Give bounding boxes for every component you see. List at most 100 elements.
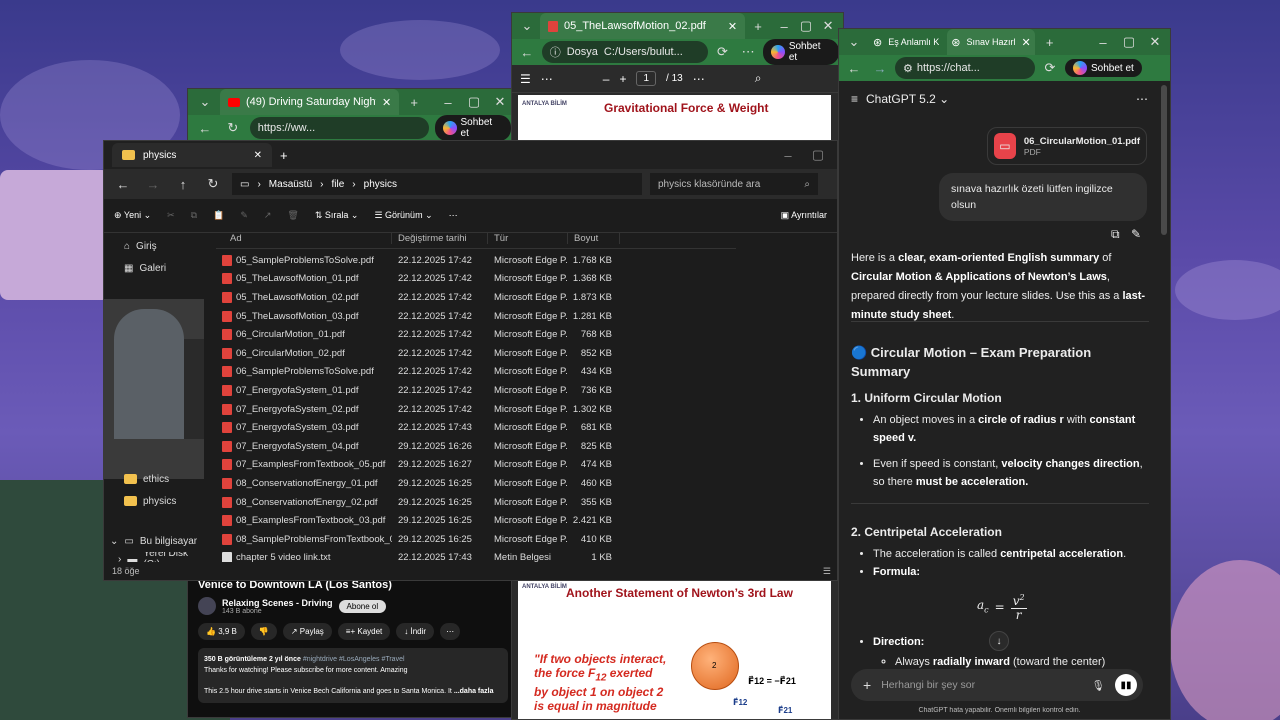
search-icon[interactable]: ⌕ bbox=[755, 71, 762, 86]
close-window-icon[interactable]: ✕ bbox=[819, 15, 837, 37]
page-number-input[interactable]: 1 bbox=[636, 71, 657, 86]
extensions-icon[interactable]: ⟳ bbox=[712, 41, 734, 63]
cut-icon[interactable]: ✂ bbox=[167, 210, 175, 221]
share-button[interactable]: ↗ Paylaş bbox=[282, 623, 332, 640]
channel-name[interactable]: Relaxing Scenes - Driving bbox=[222, 598, 333, 608]
file-row[interactable]: 05_TheLawsofMotion_01.pdf 22.12.2025 17:4… bbox=[216, 270, 736, 289]
file-row[interactable]: 08_ConservationofEnergy_02.pdf 29.12.2025… bbox=[216, 493, 736, 512]
channel-avatar[interactable] bbox=[198, 597, 216, 615]
more-icon[interactable]: ⋯ bbox=[541, 72, 553, 86]
address-bar[interactable]: https://ww... bbox=[249, 117, 429, 139]
more-options-icon[interactable]: ⋯ bbox=[1136, 92, 1148, 106]
file-row[interactable]: 08_SampleProblemsFromTextbook_04.pdf 29.1… bbox=[216, 530, 736, 549]
dislike-button[interactable]: 👎 bbox=[250, 623, 277, 640]
share-icon[interactable]: ↗ bbox=[264, 210, 272, 221]
refresh-icon[interactable]: ↻ bbox=[202, 173, 224, 195]
details-view-icon[interactable]: ☰ bbox=[823, 566, 831, 577]
copy-message-icon[interactable]: ⧉ bbox=[1111, 227, 1120, 242]
rename-icon[interactable]: ✎ bbox=[240, 210, 248, 221]
column-header-type[interactable]: Tür bbox=[488, 233, 568, 244]
minimize-icon[interactable]: – bbox=[437, 91, 459, 113]
sort-button[interactable]: ⇅ Sırala ⌄ bbox=[315, 210, 359, 221]
sidebar-toggle-icon[interactable]: ≡ bbox=[851, 92, 858, 106]
like-button[interactable]: 👍 3,9 B bbox=[198, 623, 245, 640]
refresh-icon[interactable]: ↻ bbox=[222, 117, 244, 139]
edit-message-icon[interactable]: ✎ bbox=[1131, 227, 1141, 241]
forward-icon[interactable]: → bbox=[142, 173, 164, 195]
minimize-icon[interactable]: – bbox=[775, 15, 793, 37]
tab-pdf[interactable]: 05_TheLawsofMotion_02.pdf ✕ bbox=[539, 13, 746, 39]
maximize-icon[interactable]: ▢ bbox=[1118, 31, 1140, 53]
minimize-icon[interactable]: – bbox=[777, 144, 799, 166]
back-icon[interactable]: ← bbox=[194, 117, 216, 139]
address-bar[interactable]: ⚙ https://chat... bbox=[895, 57, 1035, 79]
close-window-icon[interactable]: ✕ bbox=[1144, 31, 1166, 53]
close-tab-icon[interactable]: ✕ bbox=[728, 20, 737, 33]
new-tab-icon[interactable]: + bbox=[403, 91, 425, 113]
maximize-icon[interactable]: ▢ bbox=[807, 144, 829, 166]
attachment-card[interactable]: ▭ 06_CircularMotion_01.pdf PDF bbox=[987, 127, 1147, 165]
back-icon[interactable]: ← bbox=[843, 57, 865, 79]
new-tab-icon[interactable]: + bbox=[1039, 31, 1061, 53]
column-header-name[interactable]: Ad bbox=[216, 233, 392, 244]
nav-physics[interactable]: physics bbox=[104, 490, 204, 512]
up-icon[interactable]: ↑ bbox=[172, 173, 194, 195]
search-input[interactable]: physics klasöründe ara ⌕ bbox=[650, 173, 818, 195]
file-row[interactable]: 06_SampleProblemsToSolve.pdf 22.12.2025 1… bbox=[216, 363, 736, 382]
download-button[interactable]: ↓ İndir bbox=[396, 623, 435, 640]
menu-icon[interactable]: ⋯ bbox=[737, 41, 759, 63]
zoom-out-icon[interactable]: – bbox=[603, 72, 610, 86]
tab-sinav-hazirlik[interactable]: ⊛ Sınav Hazırl ✕ bbox=[947, 29, 1035, 55]
column-header-size[interactable]: Boyut bbox=[568, 233, 620, 244]
close-tab-icon[interactable]: ✕ bbox=[1022, 36, 1031, 49]
forward-icon[interactable]: → bbox=[869, 57, 891, 79]
close-window-icon[interactable]: ✕ bbox=[489, 91, 511, 113]
breadcrumb[interactable]: ▭ › Masaüstü › file › physics bbox=[232, 173, 642, 195]
zoom-in-icon[interactable]: + bbox=[619, 72, 626, 86]
address-bar[interactable]: ⓘ Dosya C:/Users/bulut... bbox=[541, 41, 708, 63]
tab-actions-icon[interactable]: ⌄ bbox=[518, 15, 536, 37]
model-selector[interactable]: ChatGPT 5.2 ⌄ bbox=[866, 92, 949, 106]
new-tab-icon[interactable]: + bbox=[280, 148, 288, 163]
breadcrumb-item[interactable]: physics bbox=[364, 179, 397, 190]
copilot-button[interactable]: Sohbet et bbox=[763, 39, 840, 65]
file-row[interactable]: 06_CircularMotion_01.pdf 22.12.2025 17:42… bbox=[216, 325, 736, 344]
more-actions-button[interactable]: ⋯ bbox=[440, 623, 461, 640]
subscribe-button[interactable]: Abone ol bbox=[338, 599, 387, 613]
tab-youtube[interactable]: (49) Driving Saturday Nightlife of L ✕ bbox=[220, 89, 400, 115]
paste-icon[interactable]: 📋 bbox=[213, 210, 224, 221]
view-button[interactable]: ☰ Görünüm ⌄ bbox=[374, 210, 432, 221]
more-icon[interactable]: ⋯ bbox=[449, 210, 458, 221]
nav-ethics[interactable]: ethics bbox=[104, 468, 204, 490]
tab-es-anlamli[interactable]: ⊛ Eş Anlamlı K bbox=[869, 29, 943, 55]
more-tools-icon[interactable]: ⋯ bbox=[693, 72, 705, 86]
file-row[interactable]: 05_TheLawsofMotion_03.pdf 22.12.2025 17:4… bbox=[216, 307, 736, 326]
maximize-icon[interactable]: ▢ bbox=[463, 91, 485, 113]
back-icon[interactable]: ← bbox=[112, 173, 134, 195]
copy-icon[interactable]: ⧉ bbox=[191, 210, 197, 221]
file-row[interactable]: 05_SampleProblemsToSolve.pdf 22.12.2025 1… bbox=[216, 251, 736, 270]
attach-icon[interactable]: + bbox=[863, 677, 871, 693]
file-row[interactable]: 07_EnergyofaSystem_03.pdf 22.12.2025 17:4… bbox=[216, 418, 736, 437]
file-row[interactable]: 08_ConservationofEnergy_01.pdf 29.12.2025… bbox=[216, 474, 736, 493]
back-icon[interactable]: ← bbox=[516, 41, 538, 63]
tab-actions-icon[interactable]: ⌄ bbox=[843, 31, 865, 53]
file-row[interactable]: 07_EnergyofaSystem_04.pdf 29.12.2025 16:2… bbox=[216, 437, 736, 456]
copilot-button[interactable]: Sohbet et bbox=[1065, 59, 1142, 77]
file-row[interactable]: 07_ExamplesFromTextbook_05.pdf 29.12.2025… bbox=[216, 456, 736, 475]
new-tab-icon[interactable]: + bbox=[749, 15, 767, 37]
close-tab-icon[interactable]: ✕ bbox=[254, 150, 262, 161]
nav-this-pc[interactable]: ⌄ ▭ Bu bilgisayar bbox=[104, 530, 204, 552]
file-row[interactable]: 08_ExamplesFromTextbook_03.pdf 29.12.2025… bbox=[216, 511, 736, 530]
details-button[interactable]: ▣ Ayrıntılar bbox=[781, 210, 827, 221]
description-box[interactable]: 350 B görüntüleme 2 yıl önce #nightdrive… bbox=[198, 648, 508, 703]
nav-home[interactable]: ⌂ Giriş bbox=[104, 235, 204, 257]
nav-gallery[interactable]: ▦ Galeri bbox=[104, 257, 204, 279]
file-row[interactable]: 07_EnergyofaSystem_01.pdf 22.12.2025 17:4… bbox=[216, 381, 736, 400]
breadcrumb-item[interactable]: Masaüstü bbox=[269, 179, 312, 190]
file-row[interactable]: 05_TheLawsofMotion_02.pdf 22.12.2025 17:4… bbox=[216, 288, 736, 307]
chat-input[interactable]: + Herhangi bir şey sor 🎙 ▮▮ bbox=[851, 669, 1143, 701]
tab-physics[interactable]: physics ✕ bbox=[112, 143, 272, 167]
scroll-down-icon[interactable]: ↓ bbox=[989, 631, 1009, 651]
scrollbar-thumb[interactable] bbox=[1161, 85, 1167, 235]
